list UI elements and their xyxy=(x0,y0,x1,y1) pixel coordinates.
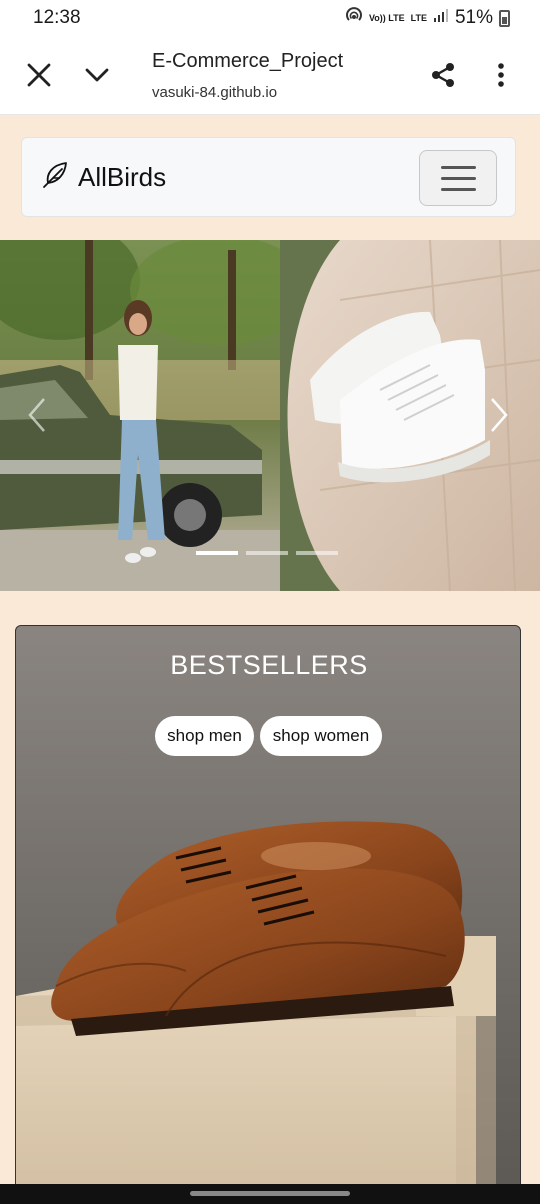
hamburger-menu-button[interactable] xyxy=(419,150,497,206)
status-bar: 12:38 Vo)) LTE LTE 51% xyxy=(0,0,540,36)
hamburger-icon-bar xyxy=(441,166,476,169)
battery-text: 51% xyxy=(454,7,493,28)
site-navbar: AllBirds xyxy=(21,137,516,217)
hotspot-icon xyxy=(345,6,363,30)
hero-carousel[interactable] xyxy=(0,240,540,591)
carousel-indicator[interactable] xyxy=(246,551,288,555)
browser-toolbar: E-Commerce_Project vasuki-84.github.io xyxy=(0,36,540,115)
carousel-indicator[interactable] xyxy=(296,551,338,555)
oxford-shoes-image xyxy=(16,821,496,1203)
status-icons: Vo)) LTE LTE 51% xyxy=(345,6,510,30)
status-time: 12:38 xyxy=(33,7,81,28)
chevron-down-icon[interactable] xyxy=(80,58,114,92)
chevron-left-icon xyxy=(28,398,45,432)
brand-name: AllBirds xyxy=(78,162,167,192)
battery-icon xyxy=(499,9,510,27)
shop-men-button[interactable]: shop men xyxy=(155,716,254,756)
bestsellers-section: BESTSELLERS shop men shop women xyxy=(15,625,521,1204)
volte-indicator: Vo)) LTE xyxy=(368,12,405,23)
system-nav-bar xyxy=(0,1184,540,1204)
feather-icon xyxy=(40,160,70,195)
page-title: E-Commerce_Project xyxy=(152,50,344,72)
brand-link[interactable]: AllBirds xyxy=(40,160,166,195)
bestsellers-title: BESTSELLERS xyxy=(170,650,368,680)
hamburger-icon-bar xyxy=(441,177,476,180)
chevron-right-icon xyxy=(491,398,508,432)
hamburger-icon-bar xyxy=(441,188,476,191)
carousel-indicators xyxy=(196,551,338,555)
shop-women-button[interactable]: shop women xyxy=(260,716,382,756)
carousel-indicator[interactable] xyxy=(196,551,238,555)
carousel-next-button[interactable] xyxy=(482,395,516,435)
more-vert-icon[interactable] xyxy=(488,58,514,92)
close-icon[interactable] xyxy=(22,58,56,92)
share-icon[interactable] xyxy=(426,58,460,92)
carousel-prev-button[interactable] xyxy=(20,395,54,435)
page-url[interactable]: vasuki-84.github.io xyxy=(152,84,277,101)
home-gesture-pill[interactable] xyxy=(190,1191,350,1196)
signal-icon xyxy=(433,7,449,29)
lte-indicator: LTE xyxy=(410,12,427,23)
